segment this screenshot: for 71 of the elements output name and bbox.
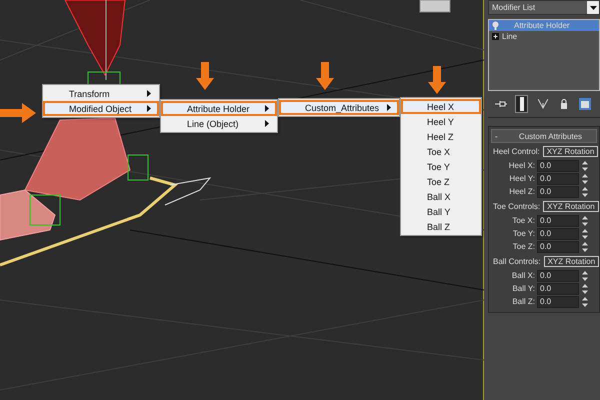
spinner-icon[interactable]: [581, 282, 589, 294]
callout-arrow-icon: [0, 103, 36, 123]
field-label: Ball Y:: [511, 284, 535, 293]
value-field[interactable]: 0.0: [537, 172, 579, 184]
menu-item[interactable]: Modified Object: [43, 101, 159, 116]
menu-item[interactable]: Heel X: [401, 99, 481, 114]
menu-item[interactable]: Ball Y: [401, 204, 481, 219]
menu-item[interactable]: Ball X: [401, 189, 481, 204]
field-label: Toe X:: [511, 216, 535, 225]
menu-item[interactable]: Toe X: [401, 144, 481, 159]
field-label: Heel Y:: [508, 174, 535, 183]
spinner-icon[interactable]: [581, 296, 589, 308]
rollout-header[interactable]: - Custom Attributes: [491, 129, 597, 143]
value-field[interactable]: 0.0: [537, 240, 579, 252]
field-label: Ball Z:: [511, 297, 535, 306]
rotation-mode-button[interactable]: XYZ Rotation: [544, 256, 600, 267]
modifier-list-dropdown[interactable]: Modifier List: [488, 0, 600, 15]
group-label: Heel Control:: [493, 147, 540, 156]
rotation-mode-button[interactable]: XYZ Rotation: [543, 201, 599, 212]
field-label: Heel Z:: [508, 187, 535, 196]
callout-arrow-icon: [428, 66, 446, 94]
pin-icon: [494, 100, 506, 108]
value-field[interactable]: 0.0: [537, 296, 579, 308]
spinner-icon[interactable]: [581, 172, 589, 184]
menu-item[interactable]: Heel Z: [401, 129, 481, 144]
spinner-icon[interactable]: [581, 228, 589, 240]
spinner-icon[interactable]: [581, 240, 589, 252]
collapse-sign: -: [494, 132, 499, 140]
value-field[interactable]: 0.0: [537, 160, 579, 172]
menu-item[interactable]: Toe Y: [401, 159, 481, 174]
value-field[interactable]: 0.0: [537, 282, 579, 294]
callout-arrow-icon: [316, 62, 334, 90]
submenu-arrow-icon: [147, 90, 151, 97]
expand-plus-icon: [492, 33, 499, 40]
spinner-icon[interactable]: [581, 214, 589, 226]
submenu-arrow-icon: [387, 104, 391, 111]
value-field[interactable]: 0.0: [537, 228, 579, 240]
bar-icon: [518, 97, 524, 111]
field-label: Heel X:: [508, 161, 535, 170]
caret-icon: [590, 6, 596, 10]
rollout-title: Custom Attributes: [518, 132, 584, 140]
group-label: Toe Controls:: [493, 202, 540, 211]
menu-item[interactable]: Custom_Attributes: [279, 100, 399, 115]
field-label: Toe Y:: [512, 229, 535, 238]
toolbar-button[interactable]: [578, 95, 591, 113]
spinner-icon[interactable]: [581, 160, 589, 172]
fork-icon: [538, 99, 548, 109]
rotation-mode-button[interactable]: XYZ Rotation: [542, 146, 598, 157]
stack-item[interactable]: Line: [489, 31, 599, 42]
value-field[interactable]: 0.0: [537, 186, 579, 198]
value-field[interactable]: 0.0: [537, 270, 579, 282]
menu-item[interactable]: Transform: [43, 86, 159, 101]
field-label: Ball X:: [510, 271, 535, 280]
menu-item[interactable]: Heel Y: [401, 114, 481, 129]
menu-item[interactable]: Line (Object): [161, 116, 277, 131]
menu-item[interactable]: Attribute Holder: [161, 101, 277, 116]
value-field[interactable]: 0.0: [537, 214, 579, 226]
group-label: Ball Controls:: [493, 257, 541, 266]
light-bulb-icon: [492, 21, 499, 30]
menu-item[interactable]: Toe Z: [401, 174, 481, 189]
submenu-arrow-icon: [265, 120, 269, 127]
submenu-arrow-icon: [265, 105, 269, 112]
toolbar-button[interactable]: [515, 95, 528, 113]
config-icon: [578, 98, 590, 110]
menu-item[interactable]: Ball Z: [401, 219, 481, 234]
field-label: Toe Z:: [512, 242, 535, 251]
callout-arrow-icon: [196, 62, 214, 90]
spinner-icon[interactable]: [581, 270, 589, 282]
lock-icon: [560, 99, 568, 109]
spinner-icon[interactable]: [581, 186, 589, 198]
submenu-arrow-icon: [147, 105, 151, 112]
